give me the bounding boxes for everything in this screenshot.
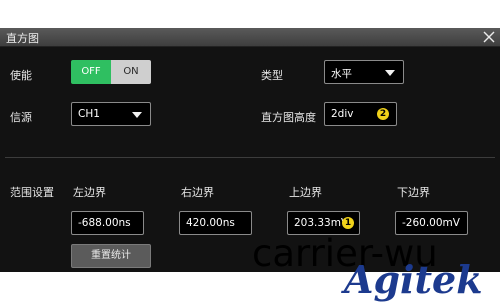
agitek-logo: Agitek: [344, 257, 483, 302]
chevron-down-icon: [132, 112, 142, 118]
left-limit-input[interactable]: -688.00ns: [71, 211, 144, 235]
reset-statistics-button[interactable]: 重置统计: [71, 244, 151, 268]
dialog-titlebar: 直方图: [0, 28, 500, 47]
top-limit-label: 上边界: [289, 186, 322, 199]
type-dropdown[interactable]: 水平: [324, 60, 404, 84]
range-setting-label: 范围设置: [10, 186, 54, 199]
knob-1-icon: 1: [342, 217, 354, 229]
chevron-down-icon: [385, 70, 395, 76]
type-label: 类型: [261, 69, 283, 82]
section-divider: [5, 157, 495, 158]
toggle-on-option[interactable]: ON: [111, 60, 151, 84]
source-value: CH1: [78, 108, 100, 120]
left-limit-label: 左边界: [73, 186, 106, 199]
source-dropdown[interactable]: CH1: [71, 102, 151, 126]
bottom-limit-value: -260.00mV: [402, 217, 460, 229]
toggle-off-option[interactable]: OFF: [71, 60, 111, 84]
knob-2-icon: 2: [377, 108, 389, 120]
enable-label: 使能: [10, 69, 32, 82]
top-limit-value: 203.33mV: [294, 217, 349, 229]
histogram-height-label: 直方图高度: [261, 111, 316, 124]
right-limit-input[interactable]: 420.00ns: [179, 211, 252, 235]
histogram-height-field[interactable]: 2div 2: [324, 102, 397, 126]
dialog-title: 直方图: [6, 32, 39, 45]
close-icon[interactable]: [482, 28, 496, 45]
type-value: 水平: [331, 68, 352, 80]
histogram-height-value: 2div: [331, 108, 354, 120]
bottom-limit-label: 下边界: [397, 186, 430, 199]
right-limit-value: 420.00ns: [186, 217, 235, 229]
left-limit-value: -688.00ns: [78, 217, 131, 229]
source-label: 信源: [10, 111, 32, 124]
right-limit-label: 右边界: [181, 186, 214, 199]
enable-toggle[interactable]: OFF ON: [71, 60, 151, 84]
